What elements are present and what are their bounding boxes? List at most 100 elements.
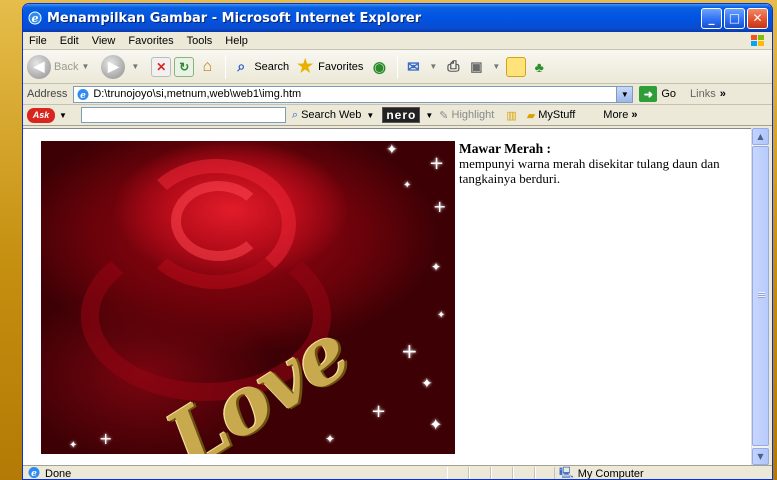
status-cell xyxy=(447,466,469,479)
menu-file[interactable]: File xyxy=(23,35,54,47)
status-bar: e Done 🖳 My Computer xyxy=(23,464,772,480)
media-icon[interactable]: ◉ xyxy=(369,57,389,77)
mail-dropdown-icon[interactable]: ▼ xyxy=(429,62,437,71)
ask-logo[interactable]: Ask xyxy=(27,107,55,123)
standard-toolbar: ◀ Back ▼ ▶ ▼ ✕ ↻ ⌂ ⌕ Search ★ Favorites … xyxy=(23,50,772,84)
status-cell xyxy=(535,466,555,479)
address-label: Address xyxy=(27,88,68,100)
scroll-up-button[interactable]: ▲ xyxy=(752,128,769,145)
search-web-button[interactable]: Search Web xyxy=(301,109,361,121)
status-cell xyxy=(513,466,535,479)
zone-text: My Computer xyxy=(577,467,644,480)
status-cell xyxy=(491,466,513,479)
sparkle-icon: ✦ xyxy=(431,260,442,274)
scroll-grip xyxy=(758,292,765,298)
svg-text:e: e xyxy=(80,91,86,101)
notepad-icon[interactable]: ▥ xyxy=(506,109,516,122)
status-text-cell: e Done xyxy=(23,466,447,480)
home-icon[interactable]: ⌂ xyxy=(197,57,217,77)
address-url: D:\trunojoyo\si,metnum,web\web1\img.htm xyxy=(93,88,302,100)
page-done-icon: e xyxy=(27,466,41,480)
image-caption: Mawar Merah : mempunyi warna merah disek… xyxy=(459,141,739,186)
page-icon: e xyxy=(76,88,90,101)
folder-icon: ▰ xyxy=(526,109,536,122)
star-icon: ★ xyxy=(297,56,314,76)
sparkle-icon: + xyxy=(99,429,113,448)
status-text: Done xyxy=(45,467,72,480)
sparkle-icon: ✦ xyxy=(403,180,412,191)
go-button[interactable]: ➜ Go xyxy=(639,86,676,102)
menu-help[interactable]: Help xyxy=(219,35,255,47)
mystuff-button[interactable]: MyStuff xyxy=(538,109,575,121)
svg-text:e: e xyxy=(31,469,37,479)
search-web-dropdown-icon[interactable]: ▼ xyxy=(366,111,374,120)
status-cell xyxy=(469,466,491,479)
favorites-button[interactable]: ★ Favorites xyxy=(295,56,364,77)
ask-dropdown-icon[interactable]: ▼ xyxy=(59,111,67,120)
address-dropdown-icon[interactable]: ▼ xyxy=(616,86,633,102)
stop-icon[interactable]: ✕ xyxy=(151,56,172,77)
nero-dropdown-icon[interactable]: ▼ xyxy=(425,111,433,120)
address-bar: Address e D:\trunojoyo\si,metnum,web\web… xyxy=(23,84,772,105)
refresh-icon[interactable]: ↻ xyxy=(174,56,195,77)
menu-view[interactable]: View xyxy=(86,35,123,47)
sparkle-icon: + xyxy=(433,197,447,216)
edit-dropdown-icon[interactable]: ▼ xyxy=(492,62,500,71)
minimize-button[interactable]: _ xyxy=(701,7,722,29)
back-dropdown-icon[interactable]: ▼ xyxy=(81,62,89,71)
forward-button[interactable]: ▶ ▼ xyxy=(101,54,145,79)
menu-edit[interactable]: Edit xyxy=(54,35,86,47)
messenger-icon[interactable]: ♣ xyxy=(529,57,549,77)
ask-search-input[interactable] xyxy=(80,107,286,123)
favorites-label: Favorites xyxy=(318,60,364,73)
sparkle-icon: ✦ xyxy=(429,415,443,434)
ie-logo-icon: e xyxy=(27,10,43,26)
links-button[interactable]: Links xyxy=(690,88,716,100)
maximize-button[interactable]: □ xyxy=(724,7,745,29)
window-title: Menampilkan Gambar - Microsoft Internet … xyxy=(47,10,422,26)
more-chevron-icon[interactable]: » xyxy=(631,109,637,121)
search-icon: ⌕ xyxy=(237,58,246,74)
sparkle-icon: ✦ xyxy=(421,376,433,392)
scroll-thumb[interactable] xyxy=(752,146,769,446)
more-button[interactable]: More xyxy=(603,109,628,121)
close-button[interactable]: ✕ xyxy=(747,7,768,29)
search-label: Search xyxy=(254,60,290,73)
sparkle-icon: + xyxy=(429,153,445,174)
sparkle-icon: + xyxy=(371,401,387,422)
toolbar-separator xyxy=(225,54,227,79)
notes-icon[interactable] xyxy=(506,56,527,77)
windows-flag-icon xyxy=(747,33,769,49)
nero-logo[interactable]: nero xyxy=(382,107,421,123)
sparkle-icon: ✦ xyxy=(437,310,446,321)
browser-window: e Menampilkan Gambar - Microsoft Interne… xyxy=(22,3,773,480)
caption-title: Mawar Merah : xyxy=(459,141,551,156)
svg-text:e: e xyxy=(32,12,39,25)
go-label: Go xyxy=(661,88,677,100)
vertical-scrollbar[interactable]: ▲ ▼ xyxy=(751,128,769,465)
back-button[interactable]: ◀ Back ▼ xyxy=(27,54,95,79)
back-label: Back xyxy=(54,60,79,73)
security-zone[interactable]: 🖳 My Computer xyxy=(555,464,705,480)
highlight-button[interactable]: Highlight xyxy=(452,109,495,121)
scroll-down-button[interactable]: ▼ xyxy=(752,448,769,465)
ask-toolbar: Ask ▼ ⌕ Search Web ▼ nero ▼ ✎ Highlight … xyxy=(23,105,772,126)
computer-icon: 🖳 xyxy=(559,467,574,479)
mail-icon[interactable]: ✉ xyxy=(403,57,423,77)
title-bar[interactable]: e Menampilkan Gambar - Microsoft Interne… xyxy=(23,4,772,32)
rose-love-image: Love ✦ + ✦ + ✦ + ✦ + ✦ + ✦ ✦ ✦ xyxy=(41,141,455,454)
sparkle-icon: + xyxy=(401,339,418,363)
menu-tools[interactable]: Tools xyxy=(181,35,220,47)
edit-icon[interactable]: ▣ xyxy=(466,57,486,77)
search-web-icon: ⌕ xyxy=(291,108,299,121)
chevron-right-icon[interactable]: » xyxy=(720,88,726,100)
search-button[interactable]: ⌕ Search xyxy=(231,57,289,77)
caption-body: mempunyi warna merah disekitar tulang da… xyxy=(459,156,720,186)
address-input[interactable]: e D:\trunojoyo\si,metnum,web\web1\img.ht… xyxy=(73,85,634,103)
forward-dropdown-icon[interactable]: ▼ xyxy=(131,62,139,71)
rose-petal-shape xyxy=(171,181,266,261)
menu-favorites[interactable]: Favorites xyxy=(122,35,180,47)
sparkle-icon: ✦ xyxy=(69,440,78,451)
menu-bar: File Edit View Favorites Tools Help xyxy=(23,32,772,50)
print-icon[interactable]: ⎙ xyxy=(443,57,463,77)
